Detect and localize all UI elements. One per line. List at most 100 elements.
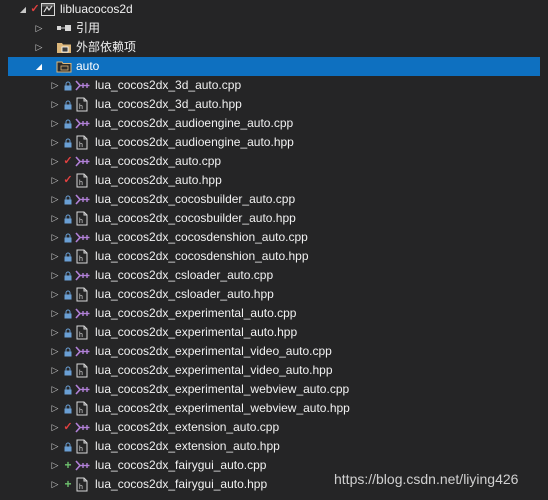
collapsed-arrow-icon[interactable]: ▷ bbox=[50, 418, 60, 437]
file-item[interactable]: ▷ h lua_cocos2dx_experimental_auto.hpp bbox=[0, 323, 548, 342]
collapsed-arrow-icon[interactable]: ▷ bbox=[50, 285, 60, 304]
cpp-file-icon bbox=[75, 156, 90, 167]
cpp-file-icon bbox=[75, 308, 90, 319]
file-item[interactable]: ▷ h lua_cocos2dx_csloader_auto.hpp bbox=[0, 285, 548, 304]
svg-text:h: h bbox=[79, 142, 83, 149]
file-item[interactable]: ▷ lua_cocos2dx_cocosdenshion_auto.cpp bbox=[0, 228, 548, 247]
lock-icon bbox=[63, 437, 73, 456]
file-item[interactable]: ▷ h lua_cocos2dx_cocosdenshion_auto.hpp bbox=[0, 247, 548, 266]
header-file-icon: h bbox=[76, 287, 88, 302]
file-name: lua_cocos2dx_experimental_video_auto.hpp bbox=[95, 363, 333, 377]
header-file-icon: h bbox=[76, 135, 88, 150]
auto-filter-node[interactable]: ◢ auto bbox=[8, 57, 540, 76]
cpp-file-icon bbox=[75, 270, 90, 281]
file-name: lua_cocos2dx_3d_auto.hpp bbox=[95, 97, 242, 111]
collapsed-arrow-icon[interactable]: ▷ bbox=[50, 95, 60, 114]
collapsed-arrow-icon[interactable]: ▷ bbox=[50, 380, 60, 399]
cpp-file-icon bbox=[75, 384, 90, 395]
file-name: lua_cocos2dx_audioengine_auto.hpp bbox=[95, 135, 294, 149]
collapsed-arrow-icon[interactable]: ▷ bbox=[50, 475, 60, 494]
collapsed-arrow-icon[interactable]: ▷ bbox=[50, 456, 60, 475]
collapsed-arrow-icon[interactable]: ▷ bbox=[50, 247, 60, 266]
lock-icon bbox=[63, 228, 73, 247]
file-item[interactable]: ▷ h lua_cocos2dx_3d_auto.hpp bbox=[0, 95, 548, 114]
header-file-icon: h bbox=[76, 211, 88, 226]
header-file-icon: h bbox=[76, 477, 88, 492]
file-item[interactable]: ▷ ✓ h lua_cocos2dx_auto.hpp bbox=[0, 171, 548, 190]
file-name: lua_cocos2dx_experimental_webview_auto.h… bbox=[95, 401, 350, 415]
collapsed-arrow-icon[interactable]: ▷ bbox=[50, 323, 60, 342]
header-file-icon: h bbox=[76, 173, 88, 188]
collapsed-arrow-icon[interactable]: ▷ bbox=[50, 228, 60, 247]
svg-text:h: h bbox=[79, 332, 83, 339]
collapsed-arrow-icon[interactable]: ▷ bbox=[50, 209, 60, 228]
svg-text:h: h bbox=[79, 218, 83, 225]
collapsed-arrow-icon[interactable]: ▷ bbox=[50, 190, 60, 209]
expanded-arrow-icon[interactable]: ◢ bbox=[34, 57, 44, 76]
file-item[interactable]: ▷ lua_cocos2dx_experimental_webview_auto.… bbox=[0, 380, 548, 399]
lock-icon bbox=[63, 190, 73, 209]
file-item[interactable]: ▷ lua_cocos2dx_audioengine_auto.cpp bbox=[0, 114, 548, 133]
collapsed-arrow-icon[interactable]: ▷ bbox=[50, 304, 60, 323]
file-item[interactable]: ▷ h lua_cocos2dx_audioengine_auto.hpp bbox=[0, 133, 548, 152]
references-label: 引用 bbox=[76, 21, 101, 35]
file-item[interactable]: ▷ h lua_cocos2dx_experimental_video_auto.h… bbox=[0, 361, 548, 380]
lock-icon bbox=[63, 133, 73, 152]
file-item[interactable]: ▷ h lua_cocos2dx_extension_auto.hpp bbox=[0, 437, 548, 456]
collapsed-arrow-icon[interactable]: ▷ bbox=[50, 76, 60, 95]
file-name: lua_cocos2dx_cocosbuilder_auto.cpp bbox=[95, 192, 296, 206]
references-node[interactable]: ▷ 引用 bbox=[0, 19, 548, 38]
added-plus-icon: + bbox=[64, 477, 72, 491]
collapsed-arrow-icon[interactable]: ▷ bbox=[50, 361, 60, 380]
cpp-file-icon bbox=[75, 194, 90, 205]
collapsed-arrow-icon[interactable]: ▷ bbox=[50, 133, 60, 152]
collapsed-arrow-icon[interactable]: ▷ bbox=[50, 494, 60, 500]
lock-icon bbox=[63, 209, 73, 228]
file-item[interactable]: ▷ lua_cocos2dx_experimental_video_auto.cp… bbox=[0, 342, 548, 361]
file-item[interactable]: ▷ h lua_cocos2dx_cocosbuilder_auto.hpp bbox=[0, 209, 548, 228]
collapsed-arrow-icon[interactable]: ▷ bbox=[50, 171, 60, 190]
file-item[interactable]: ▷ lua_cocos2dx_csloader_auto.cpp bbox=[0, 266, 548, 285]
project-node[interactable]: ◢ ✓ libluacocos2d bbox=[0, 0, 548, 19]
file-item[interactable]: ▷ ✓ lua_cocos2dx_auto.cpp bbox=[0, 152, 548, 171]
svg-text:h: h bbox=[79, 104, 83, 111]
header-file-icon: h bbox=[76, 363, 88, 378]
file-item[interactable]: ▷ ✓ lua_cocos2dx_extension_auto.cpp bbox=[0, 418, 548, 437]
lock-icon bbox=[63, 76, 73, 95]
file-item[interactable]: ▷ lua_cocos2dx_experimental_auto.cpp bbox=[0, 304, 548, 323]
checkmark-icon: ✓ bbox=[63, 174, 73, 186]
checkmark-icon: ✓ bbox=[63, 155, 73, 167]
watermark-text: https://blog.csdn.net/liying426 bbox=[334, 471, 519, 487]
lock-icon bbox=[63, 323, 73, 342]
file-name: lua_cocos2dx_experimental_auto.hpp bbox=[95, 325, 298, 339]
header-file-icon: h bbox=[76, 97, 88, 112]
cpp-file-icon bbox=[75, 232, 90, 243]
collapsed-arrow-icon[interactable]: ▷ bbox=[34, 19, 44, 38]
added-plus-icon: + bbox=[64, 458, 72, 472]
file-item[interactable]: ▷ lua_cocos2dx_cocosbuilder_auto.cpp bbox=[0, 190, 548, 209]
list-item-partial[interactable]: ▷ bbox=[0, 494, 548, 500]
collapsed-arrow-icon[interactable]: ▷ bbox=[50, 437, 60, 456]
collapsed-arrow-icon[interactable]: ▷ bbox=[50, 342, 60, 361]
cpp-file-icon bbox=[75, 118, 90, 129]
collapsed-arrow-icon[interactable]: ▷ bbox=[50, 152, 60, 171]
auto-filter-label: auto bbox=[76, 59, 100, 73]
collapsed-arrow-icon[interactable]: ▷ bbox=[50, 266, 60, 285]
cpp-file-icon bbox=[75, 460, 90, 471]
file-name: lua_cocos2dx_cocosdenshion_auto.cpp bbox=[95, 230, 308, 244]
file-item[interactable]: ▷ h lua_cocos2dx_experimental_webview_auto… bbox=[0, 399, 548, 418]
collapsed-arrow-icon[interactable]: ▷ bbox=[50, 114, 60, 133]
file-name: lua_cocos2dx_extension_auto.cpp bbox=[95, 420, 280, 434]
lock-icon bbox=[63, 95, 73, 114]
file-name: lua_cocos2dx_audioengine_auto.cpp bbox=[95, 116, 294, 130]
project-name: libluacocos2d bbox=[60, 2, 133, 16]
solution-explorer-tree: ◢ ✓ libluacocos2d ▷ 引用 ▷ 外部依赖项 ◢ auto ▷ … bbox=[0, 0, 548, 500]
file-item[interactable]: ▷ lua_cocos2dx_3d_auto.cpp bbox=[0, 76, 548, 95]
header-file-icon: h bbox=[76, 401, 88, 416]
collapsed-arrow-icon[interactable]: ▷ bbox=[50, 399, 60, 418]
lock-icon bbox=[63, 114, 73, 133]
external-dependencies-node[interactable]: ▷ 外部依赖项 bbox=[0, 38, 548, 57]
lock-icon bbox=[63, 304, 73, 323]
expanded-arrow-icon[interactable]: ◢ bbox=[18, 0, 28, 19]
collapsed-arrow-icon[interactable]: ▷ bbox=[34, 38, 44, 57]
